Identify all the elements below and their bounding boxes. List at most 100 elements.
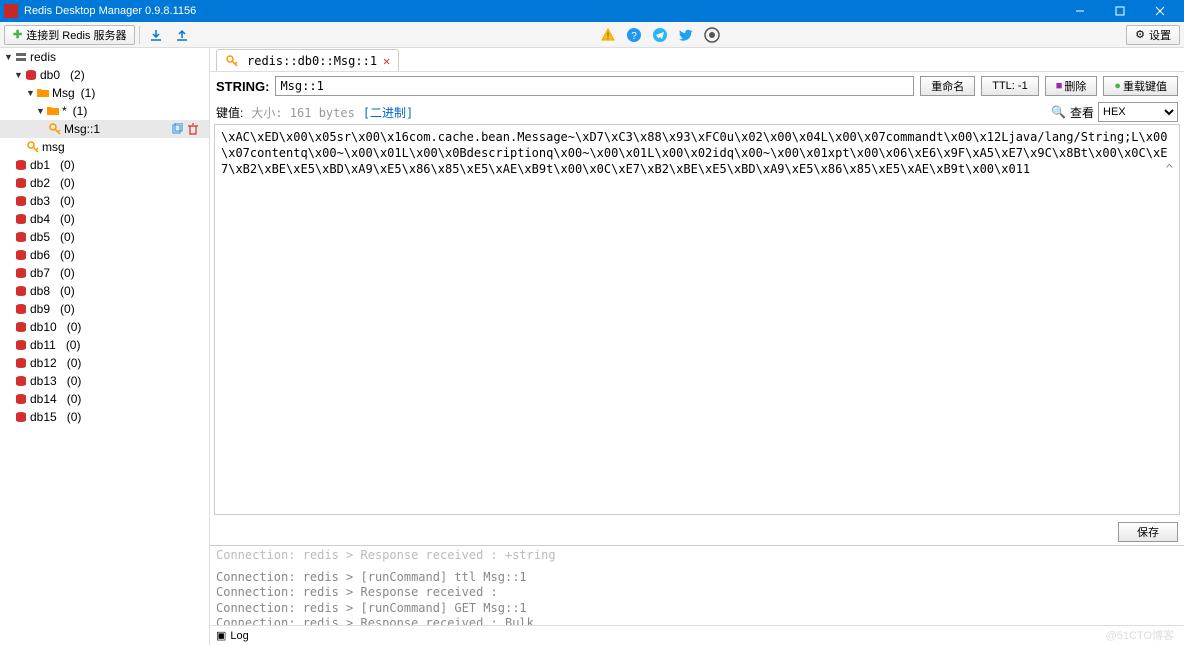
database-icon xyxy=(14,392,28,406)
log-content[interactable]: Connection: redis > Response received : … xyxy=(210,546,1184,625)
help-icon[interactable]: ? xyxy=(622,25,646,45)
connect-button[interactable]: ✚ 连接到 Redis 服务器 xyxy=(4,25,135,45)
key-header-row: STRING: 重命名 TTL: -1 ■ 删除 ● 重载键值 xyxy=(210,72,1184,100)
db-node[interactable]: db2(0) xyxy=(0,174,209,192)
watermark: @51CTO博客 xyxy=(1106,627,1174,643)
database-icon xyxy=(24,68,38,82)
arrow-down-icon: ▼ xyxy=(36,106,46,116)
folder-count: (1) xyxy=(73,104,88,118)
db-node[interactable]: db12(0) xyxy=(0,354,209,372)
db-count: (0) xyxy=(60,266,75,280)
magnifier-icon: 🔍 xyxy=(1051,105,1066,119)
db-node[interactable]: db10(0) xyxy=(0,318,209,336)
connection-label: redis xyxy=(30,50,56,64)
database-icon xyxy=(14,248,28,262)
db0-node[interactable]: ▼ db0 (2) xyxy=(0,66,209,84)
minimize-button[interactable] xyxy=(1060,0,1100,22)
close-tab-icon[interactable]: ✕ xyxy=(383,54,390,68)
connection-node[interactable]: ▼ redis xyxy=(0,48,209,66)
type-label: STRING: xyxy=(216,79,269,94)
database-icon xyxy=(14,374,28,388)
database-icon xyxy=(14,320,28,334)
db-node[interactable]: db3 (0) xyxy=(0,192,209,210)
key-label: Msg::1 xyxy=(64,122,100,136)
log-footer: ▣ Log @51CTO博客 xyxy=(210,625,1184,645)
key-icon xyxy=(225,54,239,68)
key-name-input[interactable] xyxy=(275,76,914,96)
db-node[interactable]: db9(0) xyxy=(0,300,209,318)
settings-button[interactable]: ⚙ 设置 xyxy=(1126,25,1180,45)
db-count: (0) xyxy=(60,212,75,226)
tab-key[interactable]: redis::db0::Msg::1 ✕ xyxy=(216,49,399,71)
db-label: db11 xyxy=(30,338,56,352)
db-count: (0) xyxy=(60,158,75,172)
key-icon xyxy=(48,122,62,136)
save-button[interactable]: 保存 xyxy=(1118,522,1178,542)
db-node[interactable]: db1(0) xyxy=(0,156,209,174)
svg-text:?: ? xyxy=(632,31,638,42)
binary-link[interactable]: [二进制] xyxy=(363,104,413,121)
db-node[interactable]: db6(0) xyxy=(0,246,209,264)
delete-icon[interactable] xyxy=(187,123,199,135)
database-icon xyxy=(14,212,28,226)
ttl-button[interactable]: TTL: -1 xyxy=(981,76,1038,96)
telegram-icon[interactable] xyxy=(648,25,672,45)
db-label: db10 xyxy=(30,320,57,334)
database-icon xyxy=(14,410,28,424)
folder-count: (1) xyxy=(81,86,96,100)
db-count: (0) xyxy=(60,194,75,208)
db-node[interactable]: db8(0) xyxy=(0,282,209,300)
db-node[interactable]: db15(0) xyxy=(0,408,209,426)
import-button[interactable] xyxy=(144,25,168,45)
arrow-down-icon: ▼ xyxy=(4,52,14,62)
db-node[interactable]: db4(0) xyxy=(0,210,209,228)
folder-icon xyxy=(46,104,60,118)
log-line: Connection: redis > [runCommand] ttl Msg… xyxy=(216,570,1178,586)
value-label: 键值: xyxy=(216,104,243,121)
rename-button[interactable]: 重命名 xyxy=(920,76,975,96)
db-label: db7 xyxy=(30,266,50,280)
folder-msg-node[interactable]: ▼ Msg (1) xyxy=(0,84,209,102)
warning-icon[interactable]: ! xyxy=(596,25,620,45)
db-count: (0) xyxy=(67,392,82,406)
delete-button[interactable]: ■ 删除 xyxy=(1045,76,1098,96)
db-label: db8 xyxy=(30,284,50,298)
db-label: db15 xyxy=(30,410,57,424)
key-msg1-node[interactable]: Msg::1 xyxy=(0,120,209,138)
folder-label: Msg xyxy=(52,86,75,100)
gear-icon: ⚙ xyxy=(1135,28,1145,41)
copy-icon[interactable] xyxy=(171,123,183,135)
log-toggle-icon[interactable]: ▣ xyxy=(216,629,226,642)
db-node[interactable]: db7 (0) xyxy=(0,264,209,282)
database-icon xyxy=(14,284,28,298)
settings-label: 设置 xyxy=(1149,27,1171,43)
connection-tree[interactable]: ▼ redis ▼ db0 (2) ▼ Msg (1) ▼ * (1) Msg:… xyxy=(0,48,210,645)
maximize-button[interactable] xyxy=(1100,0,1140,22)
export-button[interactable] xyxy=(170,25,194,45)
app-icon xyxy=(4,4,18,18)
db-label: db9 xyxy=(30,302,50,316)
db-node[interactable]: db11(0) xyxy=(0,336,209,354)
db-count: (0) xyxy=(60,248,75,262)
toolbar-divider xyxy=(139,26,140,44)
window-titlebar: Redis Desktop Manager 0.9.8.1156 xyxy=(0,0,1184,22)
reload-button[interactable]: ● 重载键值 xyxy=(1103,76,1178,96)
view-mode-select[interactable]: HEX xyxy=(1098,102,1178,122)
log-panel: Connection: redis > Response received : … xyxy=(210,545,1184,645)
key-icon xyxy=(26,140,40,154)
folder-star-node[interactable]: ▼ * (1) xyxy=(0,102,209,120)
db-node[interactable]: db5(0) xyxy=(0,228,209,246)
db-count: (0) xyxy=(67,374,82,388)
database-icon xyxy=(14,194,28,208)
database-icon xyxy=(14,158,28,172)
value-textarea[interactable]: \xAC\xED\x00\x05sr\x00\x16com.cache.bean… xyxy=(214,124,1180,515)
db-count: (0) xyxy=(60,230,75,244)
key-msg-node[interactable]: msg xyxy=(0,138,209,156)
close-button[interactable] xyxy=(1140,0,1180,22)
svg-text:!: ! xyxy=(607,31,610,41)
github-icon[interactable] xyxy=(700,25,724,45)
twitter-icon[interactable] xyxy=(674,25,698,45)
db-node[interactable]: db14(0) xyxy=(0,390,209,408)
db-node[interactable]: db13(0) xyxy=(0,372,209,390)
db-label: db3 xyxy=(30,194,50,208)
